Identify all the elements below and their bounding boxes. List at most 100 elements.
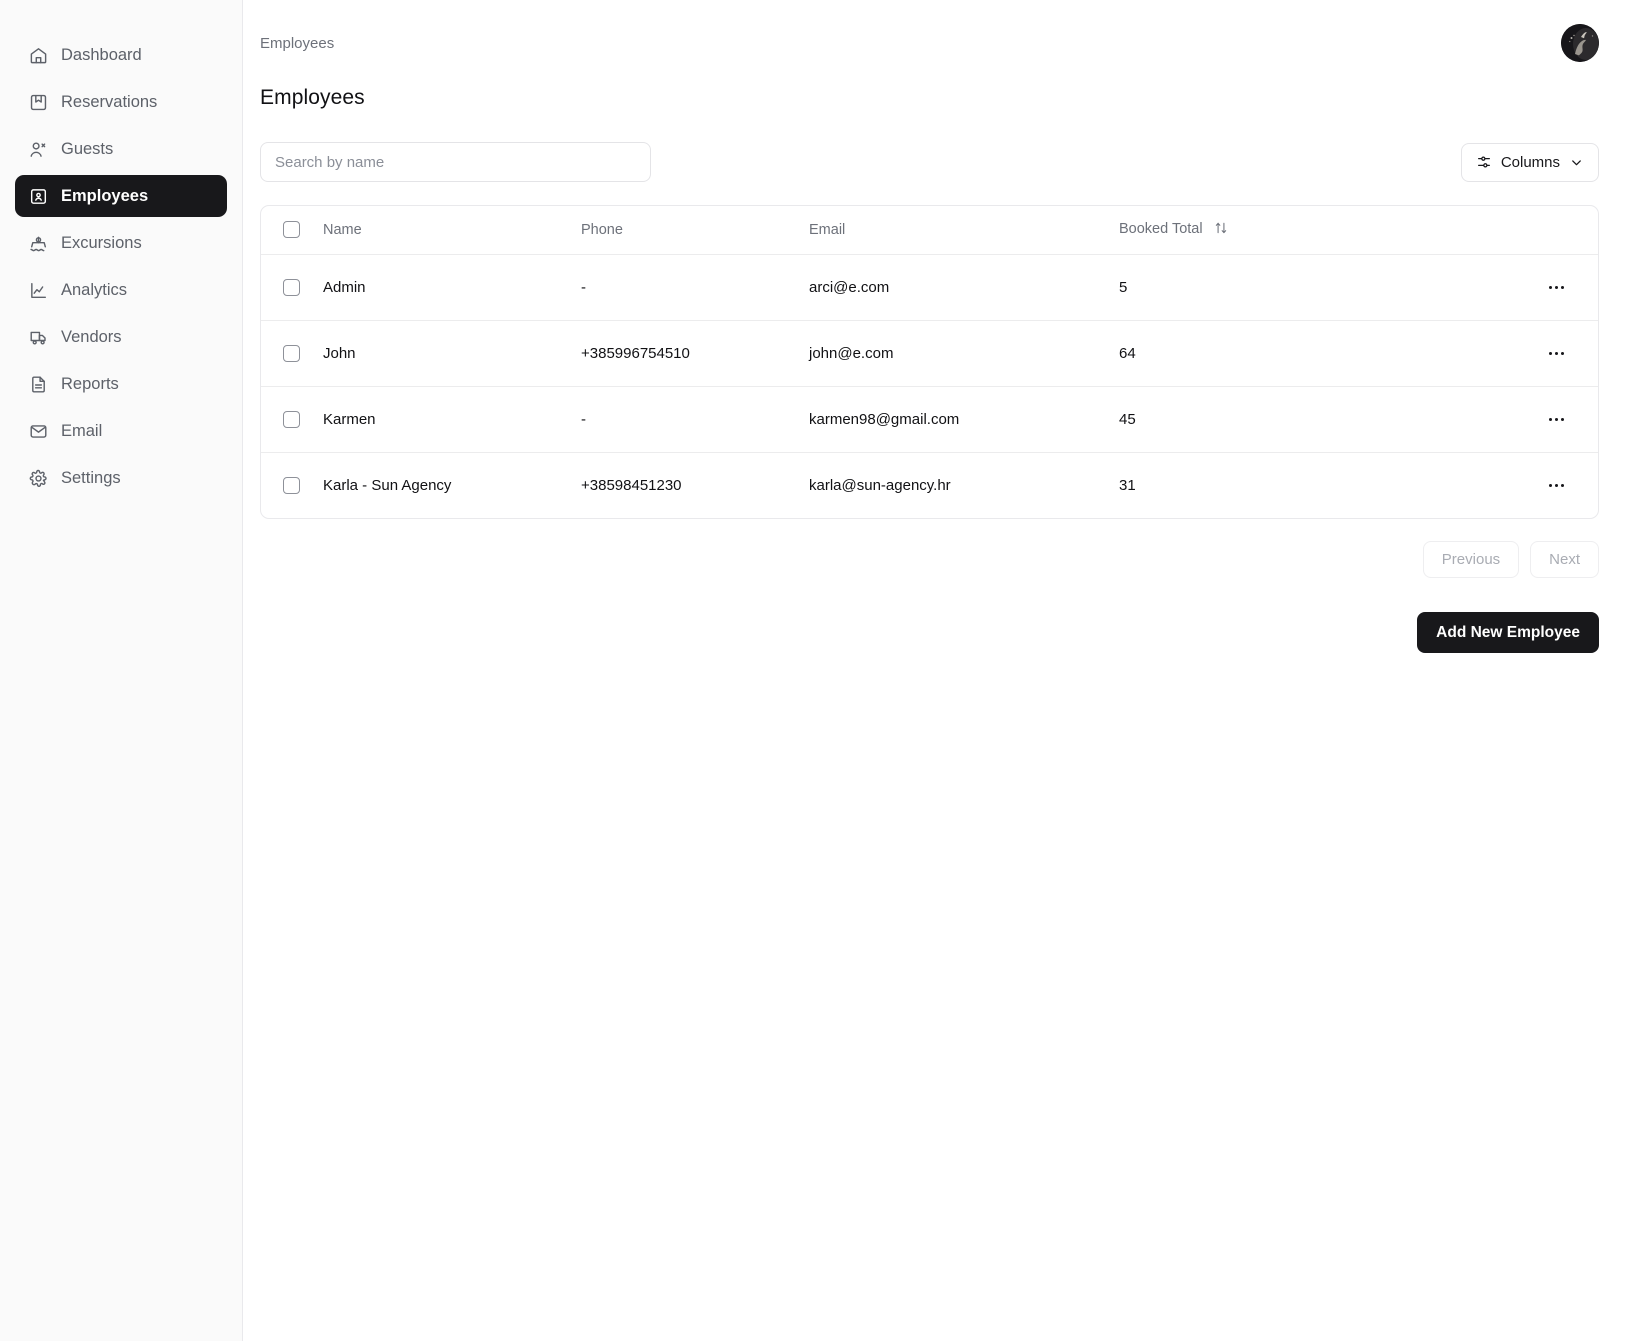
next-page-button[interactable]: Next (1530, 541, 1599, 578)
sidebar-item-dashboard[interactable]: Dashboard (15, 34, 227, 76)
row-actions-cell (1419, 254, 1598, 321)
column-header-name[interactable]: Name (323, 206, 581, 255)
cell-phone: - (581, 254, 809, 321)
column-header-booked-total-label: Booked Total (1119, 220, 1203, 237)
sidebar-item-label: Reservations (61, 92, 158, 111)
cell-booked-total: 45 (1119, 386, 1419, 453)
row-checkbox[interactable] (283, 278, 300, 296)
column-header-booked-total[interactable]: Booked Total (1119, 206, 1419, 255)
row-checkbox[interactable] (283, 344, 300, 362)
table-head: Name Phone Email Booked Total (261, 206, 1598, 255)
bookmark-icon (29, 93, 48, 112)
app-root: Dashboard Reservations Guests Employees … (0, 0, 1625, 1341)
search-input[interactable] (260, 142, 651, 182)
boat-icon (29, 234, 48, 253)
cell-name: Admin (323, 254, 581, 321)
avatar[interactable] (1561, 24, 1599, 62)
contact-icon (29, 187, 48, 206)
sidebar-item-reports[interactable]: Reports (15, 363, 227, 405)
sidebar-item-label: Analytics (61, 280, 128, 299)
breadcrumb: Employees (260, 34, 335, 52)
table-body: Admin - arci@e.com 5 John +385996754510 … (261, 254, 1598, 518)
row-actions-menu-icon[interactable] (1542, 341, 1570, 365)
column-header-phone[interactable]: Phone (581, 206, 809, 255)
envelope-icon (29, 422, 48, 441)
chevron-down-icon (1569, 155, 1584, 170)
cell-email: karmen98@gmail.com (809, 386, 1119, 453)
columns-button-label: Columns (1500, 153, 1560, 171)
sidebar-item-label: Vendors (61, 327, 122, 346)
cell-email: arci@e.com (809, 254, 1119, 321)
row-actions-menu-icon[interactable] (1542, 407, 1570, 431)
row-actions-cell (1419, 320, 1598, 387)
sidebar-item-email[interactable]: Email (15, 410, 227, 452)
topbar: Employees (243, 0, 1625, 86)
row-actions-menu-icon[interactable] (1542, 275, 1570, 299)
pagination: Previous Next (260, 541, 1599, 578)
line-chart-icon (29, 281, 48, 300)
select-all-checkbox[interactable] (283, 221, 300, 239)
table-row[interactable]: John +385996754510 john@e.com 64 (261, 320, 1598, 387)
sidebar-item-settings[interactable]: Settings (15, 457, 227, 499)
column-header-actions (1419, 206, 1598, 255)
sidebar-item-label: Excursions (61, 233, 142, 252)
sidebar-item-label: Email (61, 421, 103, 440)
cell-phone: +38598451230 (581, 476, 682, 494)
sidebar-item-label: Guests (61, 139, 114, 158)
cell-phone: - (581, 386, 809, 453)
sidebar-item-analytics[interactable]: Analytics (15, 269, 227, 311)
row-actions-cell (1419, 386, 1598, 453)
add-new-employee-button[interactable]: Add New Employee (1417, 612, 1599, 653)
employees-table-card: Name Phone Email Booked Total Admin - ar… (260, 205, 1599, 519)
table-header-row: Name Phone Email Booked Total (261, 206, 1598, 255)
table-row[interactable]: Karla - Sun Agency +38598451230 karla@su… (261, 452, 1598, 518)
sidebar-item-label: Reports (61, 374, 119, 393)
cell-name: Karmen (323, 386, 581, 453)
cell-booked-total: 5 (1119, 254, 1419, 321)
page-title: Employees (260, 86, 365, 109)
cell-booked-total: 64 (1119, 320, 1419, 387)
sidebar-item-label: Employees (61, 186, 149, 205)
previous-page-button[interactable]: Previous (1422, 541, 1520, 578)
row-select-cell (261, 386, 323, 453)
row-actions-cell (1419, 452, 1598, 518)
column-header-email[interactable]: Email (809, 206, 1119, 255)
truck-icon (29, 328, 48, 347)
row-checkbox[interactable] (283, 477, 300, 495)
table-row[interactable]: Karmen - karmen98@gmail.com 45 (261, 386, 1598, 453)
cell-phone: +385996754510 (581, 320, 809, 387)
row-select-cell (261, 452, 323, 518)
row-actions-menu-icon[interactable] (1542, 473, 1570, 497)
sidebar-item-guests[interactable]: Guests (15, 128, 227, 170)
row-select-cell (261, 320, 323, 387)
select-all-header (261, 206, 323, 255)
gear-icon (29, 469, 48, 488)
users-icon (29, 140, 48, 159)
row-select-cell (261, 254, 323, 321)
sidebar-item-reservations[interactable]: Reservations (15, 81, 227, 123)
sidebar-item-vendors[interactable]: Vendors (15, 316, 227, 358)
sidebar-item-employees[interactable]: Employees (15, 175, 227, 217)
sort-arrows-icon[interactable] (1214, 221, 1228, 239)
sidebar-item-excursions[interactable]: Excursions (15, 222, 227, 264)
sidebar: Dashboard Reservations Guests Employees … (0, 0, 243, 1341)
columns-button[interactable]: Columns (1460, 142, 1599, 182)
employees-table: Name Phone Email Booked Total Admin - ar… (261, 206, 1598, 518)
cell-name: John (323, 320, 581, 387)
cell-email: karla@sun-agency.hr (809, 476, 951, 494)
user-avatar-image (1561, 24, 1599, 62)
cell-email: john@e.com (809, 320, 1119, 387)
row-checkbox[interactable] (283, 410, 300, 428)
primary-action-row: Add New Employee (260, 612, 1599, 653)
document-icon (29, 375, 48, 394)
cell-name: Karla - Sun Agency (323, 476, 452, 494)
home-icon (29, 46, 48, 65)
sidebar-nav: Dashboard Reservations Guests Employees … (0, 34, 242, 499)
sidebar-item-label: Settings (61, 468, 121, 487)
sliders-icon (1476, 154, 1492, 170)
content-area: Employees Columns (243, 86, 1625, 653)
main-content: Employees Employees Search by name Colum… (243, 0, 1625, 1341)
table-toolbar: Columns (260, 142, 1599, 182)
table-row[interactable]: Admin - arci@e.com 5 (261, 254, 1598, 321)
sidebar-item-label: Dashboard (61, 45, 142, 64)
